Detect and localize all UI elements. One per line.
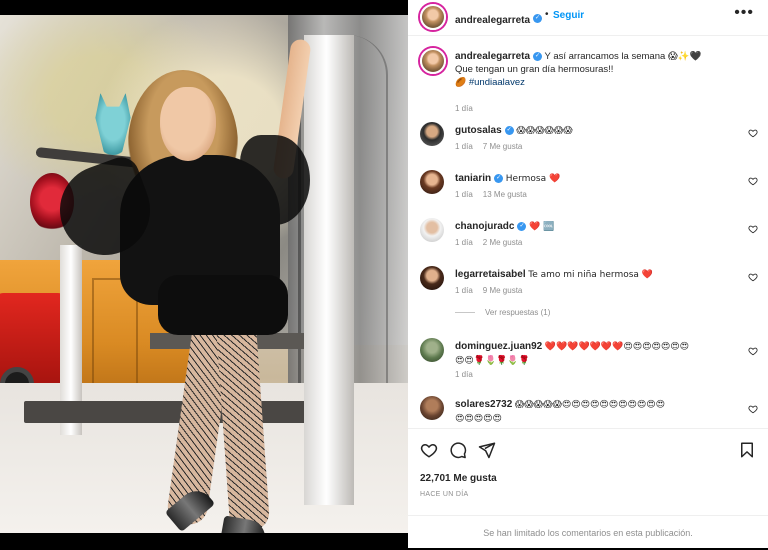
comment-time[interactable]: 1 día — [455, 286, 473, 295]
post-details-panel: andrealegarreta ✓ • Seguir ••• andrealega… — [408, 0, 768, 548]
commenter-avatar[interactable] — [420, 218, 444, 242]
verified-badge-icon: ✓ — [533, 14, 543, 24]
post-header: andrealegarreta ✓ • Seguir ••• — [408, 0, 768, 36]
heart-icon[interactable] — [748, 224, 758, 234]
caption-line-1: Y así arrancamos la semana 😱✨🖤 — [544, 51, 702, 62]
comment-time[interactable]: 1 día — [455, 142, 473, 151]
instagram-post-modal: andrealegarreta ✓ • Seguir ••• andrealega… — [0, 0, 768, 548]
verified-badge-icon: ✓ — [504, 125, 514, 135]
comment-time[interactable]: 1 día — [455, 190, 473, 199]
likes-count[interactable]: 22,701 Me gusta — [420, 473, 497, 484]
comment-time[interactable]: 1 día — [455, 370, 473, 379]
caption-line-2: Que tengan un gran día hermosuras!! — [455, 64, 614, 75]
heart-icon[interactable] — [748, 128, 758, 138]
comment-time[interactable]: 1 día — [455, 238, 473, 247]
separator-dot: • — [545, 9, 549, 20]
comment-likes[interactable]: 9 Me gusta — [483, 286, 523, 295]
comment-body: 😱😱😱😱😱😍😍😍😍😍😍😍😍😍😍😍 — [514, 400, 666, 410]
comment-username[interactable]: solares2732 — [455, 399, 512, 410]
comment-meta: 1 día 13 Me gusta — [455, 190, 537, 199]
comment-likes[interactable]: 2 Me gusta — [483, 238, 523, 247]
author-username[interactable]: andrealegarreta — [455, 15, 530, 26]
comment-likes[interactable]: 13 Me gusta — [483, 190, 527, 199]
woman-skirt — [158, 275, 288, 335]
comment-text: gutosalas ✓ 😱😱😱😱😱😱 — [455, 124, 740, 138]
comment-body-line-2: 😍😍😍😍😍 — [455, 414, 502, 424]
comment-likes[interactable]: 7 Me gusta — [483, 142, 523, 151]
comment-text: taniarin ✓ Hermosa ❤️ — [455, 172, 740, 186]
comment-text: solares2732 😱😱😱😱😱😍😍😍😍😍😍😍😍😍😍😍 😍😍😍😍😍 — [455, 398, 740, 426]
commenter-avatar[interactable] — [420, 396, 444, 420]
verified-badge-icon: ✓ — [533, 51, 543, 61]
comment-body: ❤️❤️❤️❤️❤️❤️❤️😍😍😍😍😍😍😍 — [544, 342, 689, 352]
caption-meta: 1 día — [455, 104, 483, 113]
view-replies-link[interactable]: Ver respuestas (1) — [455, 308, 550, 317]
caption-username[interactable]: andrealegarreta — [455, 51, 530, 62]
verified-badge-icon: ✓ — [517, 221, 527, 231]
author-username-wrap: andrealegarreta ✓ — [455, 10, 543, 28]
commenter-avatar[interactable] — [420, 266, 444, 290]
heart-icon[interactable] — [748, 404, 758, 414]
comments-list[interactable]: andrealegarreta ✓ Y así arrancamos la sem… — [408, 40, 768, 428]
woman-face — [160, 87, 216, 161]
comment-icon[interactable] — [449, 441, 467, 459]
stair-step — [24, 401, 324, 423]
caption-time[interactable]: 1 día — [455, 104, 473, 113]
verified-badge-icon: ✓ — [494, 173, 504, 183]
comment-meta: 1 día 9 Me gusta — [455, 286, 532, 295]
comment-meta: 1 día 2 Me gusta — [455, 238, 532, 247]
heart-icon[interactable] — [420, 441, 438, 459]
comment-body-line-2: 😍😍🌹🌷🌹🌷🌹 — [455, 356, 530, 366]
comment-text: chanojuradc ✓ ❤️ 🆒 — [455, 220, 740, 234]
football-emoji: 🏉 — [455, 78, 467, 88]
comment-meta: 1 día 7 Me gusta — [455, 142, 532, 151]
comments-limited-notice: Se han limitado los comentarios en esta … — [408, 515, 768, 549]
hashtag-link[interactable]: #undiaalavez — [469, 77, 525, 88]
author-avatar[interactable] — [420, 4, 446, 30]
bookmark-icon[interactable] — [738, 441, 756, 459]
comment-meta: 1 día — [455, 370, 483, 379]
red-car — [0, 293, 68, 401]
comment-username[interactable]: chanojuradc — [455, 221, 514, 232]
commenter-avatar[interactable] — [420, 122, 444, 146]
heart-icon[interactable] — [748, 176, 758, 186]
comment-text: legarretaisabel Te amo mi niña hermosa ❤… — [455, 268, 740, 282]
comment-body: Te amo mi niña hermosa ❤️ — [528, 270, 654, 280]
comment-body: 😱😱😱😱😱😱 — [516, 126, 573, 136]
heart-icon[interactable] — [748, 346, 758, 356]
commenter-avatar[interactable] — [420, 170, 444, 194]
comment-text: dominguez.juan92 ❤️❤️❤️❤️❤️❤️❤️😍😍😍😍😍😍😍 😍… — [455, 340, 740, 368]
comment-username[interactable]: gutosalas — [455, 125, 502, 136]
commenter-avatar[interactable] — [420, 338, 444, 362]
comment-username[interactable]: taniarin — [455, 173, 491, 184]
heart-icon[interactable] — [748, 272, 758, 282]
post-actions: 22,701 Me gusta Hace un día Se han limit… — [408, 428, 768, 548]
post-timestamp[interactable]: Hace un día — [420, 491, 468, 498]
more-options-icon[interactable]: ••• — [734, 4, 754, 22]
comment-username[interactable]: dominguez.juan92 — [455, 341, 542, 352]
spiral-stair-pole — [304, 35, 354, 505]
caption-text: andrealegarreta ✓ Y así arrancamos la sem… — [455, 50, 740, 90]
author-avatar[interactable] — [420, 48, 446, 74]
follow-button[interactable]: Seguir — [553, 10, 584, 21]
post-photo[interactable] — [0, 15, 408, 533]
comment-body: Hermosa ❤️ — [505, 174, 561, 184]
share-icon[interactable] — [478, 441, 496, 459]
comment-username[interactable]: legarretaisabel — [455, 269, 526, 280]
comment-body: ❤️ 🆒 — [529, 222, 555, 232]
